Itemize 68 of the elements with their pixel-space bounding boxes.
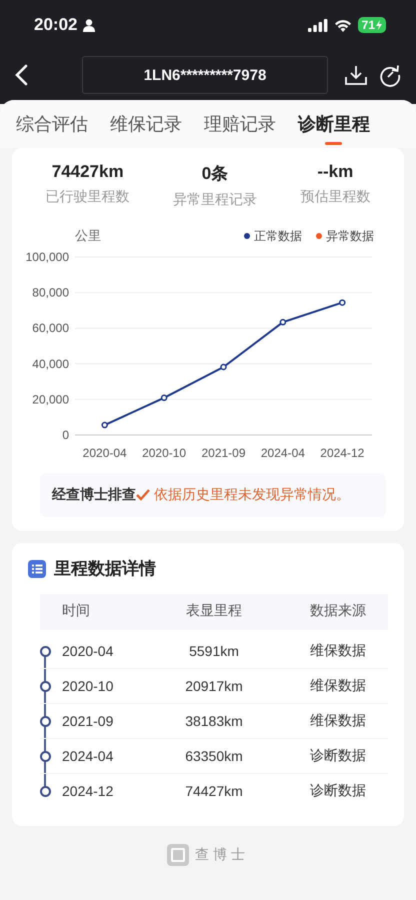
download-icon[interactable] <box>344 63 368 87</box>
tab[interactable]: 诊断里程 <box>298 108 381 148</box>
tab[interactable]: 综合评估 <box>16 108 99 148</box>
timeline-dot <box>40 786 51 796</box>
stat-label: 预估里程数 <box>300 188 370 206</box>
note-text: 依据历史里程未发现异常情况。 <box>154 486 350 504</box>
data-point <box>339 299 346 306</box>
column-header: 表显里程 <box>185 602 243 620</box>
status-time: 20:02 <box>34 15 78 35</box>
axis-label: 80,000 <box>32 286 69 300</box>
list-icon <box>28 560 46 578</box>
column-header: 时间 <box>61 602 91 620</box>
table-cell-text: 2024-12 <box>62 783 114 799</box>
stat-value: 0条 <box>200 163 230 185</box>
axis-label: 2021-09 <box>201 446 246 460</box>
check-icon <box>136 489 150 501</box>
axis-label: 20,000 <box>32 392 69 406</box>
axis-unit: 公里 <box>75 227 101 245</box>
table-cell-text: 5591km <box>188 643 240 659</box>
footer-brand: 查博士 <box>195 846 249 864</box>
table-cell-text: 诊断数据 <box>309 747 367 765</box>
table-cell-text: 2020-04 <box>62 643 114 659</box>
timeline-dot <box>40 750 51 762</box>
axis-label: 100,000 <box>26 250 69 264</box>
timeline-dot <box>40 680 51 692</box>
tab[interactable]: 维保记录 <box>110 108 193 148</box>
data-point <box>101 422 108 428</box>
person-icon <box>83 18 96 32</box>
axis-label: 2020-04 <box>82 446 127 460</box>
column-header: 数据来源 <box>309 602 367 620</box>
vin-field: 1LN6*********7978 <box>82 56 328 94</box>
note-lead: 经查博士排查 <box>52 486 136 504</box>
table-cell-text: 2024-04 <box>62 748 114 764</box>
stat-label: 异常里程记录 <box>172 191 257 209</box>
stat-value: 74427km <box>50 162 125 182</box>
signal-icon <box>308 18 328 32</box>
data-point <box>220 364 227 370</box>
table-cell-text: 38183km <box>184 713 244 729</box>
battery-indicator: 71 <box>358 17 386 33</box>
section-title: 里程数据详情 <box>54 558 156 580</box>
timeline-dot <box>40 716 51 726</box>
axis-label: 0 <box>62 428 69 442</box>
back-icon[interactable] <box>14 64 28 86</box>
axis-label: 2020-10 <box>142 446 186 460</box>
table-cell-text: 维保数据 <box>309 677 367 695</box>
axis-label: 60,000 <box>32 321 69 336</box>
table-cell-text: 2020-10 <box>62 678 114 694</box>
data-point <box>160 394 168 402</box>
tab[interactable]: 理赔记录 <box>204 108 287 148</box>
table-cell-text: 诊断数据 <box>309 782 367 800</box>
timeline-dot <box>40 646 51 656</box>
data-point <box>280 318 286 326</box>
legend-label: 异常数据 <box>326 228 374 244</box>
axis-label: 2024-12 <box>320 446 364 460</box>
bolt-icon <box>376 20 382 30</box>
stat-label: 已行驶里程数 <box>46 188 130 206</box>
table-cell-text: 63350km <box>184 748 244 764</box>
refresh-icon[interactable] <box>378 63 402 87</box>
stat-value: --km <box>316 162 354 182</box>
axis-label: 2024-04 <box>260 446 305 460</box>
axis-label: 40,000 <box>32 356 69 371</box>
wifi-icon <box>334 18 352 32</box>
table-cell-text: 2021-09 <box>62 713 114 729</box>
table-cell-text: 维保数据 <box>309 642 367 660</box>
table-cell-text: 维保数据 <box>309 712 367 730</box>
table-cell-text: 20917km <box>184 678 244 694</box>
legend-label: 正常数据 <box>254 228 302 244</box>
table-cell-text: 74427km <box>184 783 244 799</box>
